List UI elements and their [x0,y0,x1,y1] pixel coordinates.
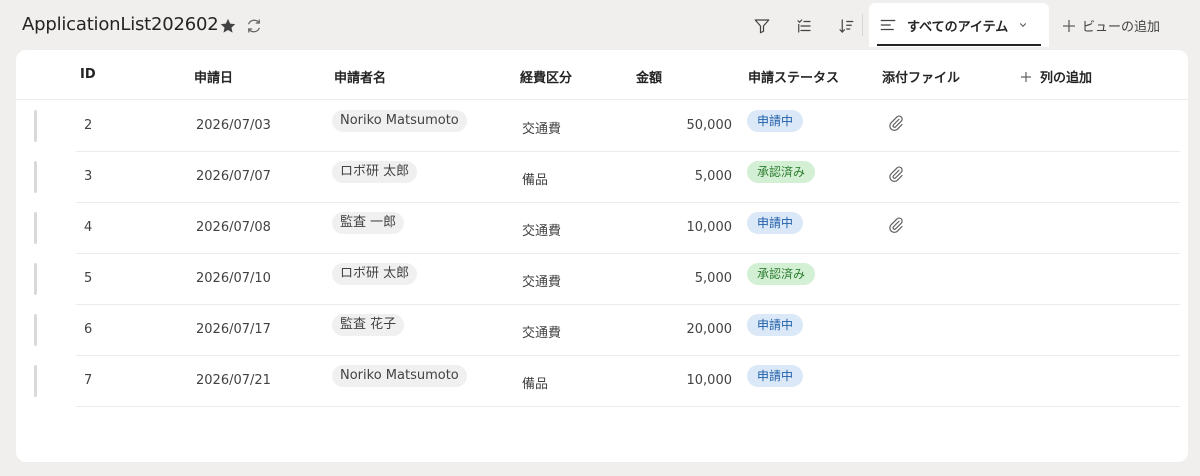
table-row[interactable]: 2 2026/07/03 Noriko Matsumoto 交通費 50,000 申請中 [76,101,1180,152]
cell-category: 備品 [522,173,549,188]
paperclip-icon[interactable] [887,165,905,183]
cell-amount: 20,000 [686,322,733,337]
list-group-icon [797,19,811,33]
status-badge: 申請中 [747,212,804,234]
cell-date: 2026/07/08 [196,220,271,235]
table-row[interactable]: 4 2026/07/08 監査 一郎交通費 10,000 申請中 [76,203,1180,254]
status-badge: 承認済み [747,263,816,285]
cell-id: 3 [84,169,93,184]
toolbar-divider [862,14,863,36]
sort-button[interactable] [832,12,860,40]
group-by-button[interactable] [790,12,818,40]
person-pill[interactable]: Noriko Matsumoto [332,110,467,132]
list-card: ID 申請日 申請者名 経費区分 金額 申請ステータス 添付ファイル 列の追加 … [16,50,1188,462]
person-pill[interactable]: 監査 花子 [332,314,405,336]
list-title: ApplicationList202602 [22,14,219,35]
paperclip-icon[interactable] [887,114,905,132]
column-header-status[interactable]: 申請ステータス [748,67,839,86]
view-label: すべてのアイテム [907,19,1009,35]
cell-id: 4 [84,220,93,235]
column-header-id[interactable]: ID [80,67,96,82]
person-pill[interactable]: ロボ研 太郎 [332,263,418,285]
person-pill[interactable]: Noriko Matsumoto [332,365,467,387]
row-selection-handle[interactable] [34,110,37,142]
cell-amount: 5,000 [694,169,732,184]
row-selection-handle[interactable] [34,212,37,244]
table-row[interactable]: 7 2026/07/21 Noriko Matsumoto 備品 10,000 申請中 [76,356,1180,407]
row-selection-handle[interactable] [34,161,37,193]
filter-icon [754,19,770,34]
column-header-category[interactable]: 経費区分 [520,67,572,86]
status-badge: 申請中 [747,110,804,132]
plus-icon [1021,71,1031,82]
status-badge: 申請中 [747,365,804,387]
chevron-down-icon [1020,23,1027,28]
add-column-label: 列の追加 [1040,71,1093,86]
column-header-row: ID 申請日 申請者名 経費区分 金額 申請ステータス 添付ファイル 列の追加 [16,50,1188,100]
cell-category: 交通費 [522,275,562,290]
row-selection-handle[interactable] [34,365,37,397]
cell-category: 交通費 [522,224,562,239]
cell-date: 2026/07/07 [196,169,271,184]
cell-id: 2 [84,118,93,133]
view-lines-icon [880,19,896,31]
status-badge: 承認済み [747,161,816,183]
add-view-label: ビューの追加 [1082,20,1161,35]
table-row[interactable]: 6 2026/07/17 監査 花子交通費 20,000 申請中 [76,305,1180,356]
cell-amount: 10,000 [686,220,733,235]
column-header-date[interactable]: 申請日 [194,67,233,86]
cell-amount: 10,000 [686,373,733,388]
person-pill[interactable]: 監査 一郎 [332,212,405,234]
add-view-button[interactable]: ビューの追加 [1062,16,1160,35]
filter-button[interactable] [748,12,776,40]
refresh-icon[interactable] [244,16,264,36]
cell-category: 交通費 [522,326,562,341]
cell-amount: 50,000 [686,118,733,133]
view-tab-underline [877,44,1041,46]
column-header-amount[interactable]: 金額 [636,67,662,86]
view-selector[interactable]: すべてのアイテム [869,3,1049,47]
cell-id: 6 [84,322,93,337]
row-selection-handle[interactable] [34,263,37,295]
cell-id: 5 [84,271,93,286]
row-selection-handle[interactable] [34,314,37,346]
sort-icon [839,19,854,33]
plus-icon [1063,19,1075,32]
cell-date: 2026/07/17 [196,322,271,337]
cell-amount: 5,000 [694,271,732,286]
cell-category: 備品 [522,377,549,392]
star-icon[interactable] [218,16,238,36]
paperclip-icon[interactable] [887,216,905,234]
cell-category: 交通費 [522,122,562,137]
cell-date: 2026/07/10 [196,271,271,286]
person-pill[interactable]: ロボ研 太郎 [332,161,418,183]
table-row[interactable]: 5 2026/07/10 ロボ研 太郎交通費 5,000 承認済み [76,254,1180,305]
status-badge: 申請中 [747,314,804,336]
cell-date: 2026/07/03 [196,118,271,133]
column-header-applicant[interactable]: 申請者名 [334,67,386,86]
add-column-button[interactable]: 列の追加 [1020,67,1092,86]
table-row[interactable]: 3 2026/07/07 ロボ研 太郎備品 5,000 承認済み [76,152,1180,203]
column-header-attachment[interactable]: 添付ファイル [882,67,960,86]
cell-id: 7 [84,373,93,388]
top-bar: ApplicationList202602 すべてのアイテム ビューの追加 [0,0,1200,50]
cell-date: 2026/07/21 [196,373,271,388]
